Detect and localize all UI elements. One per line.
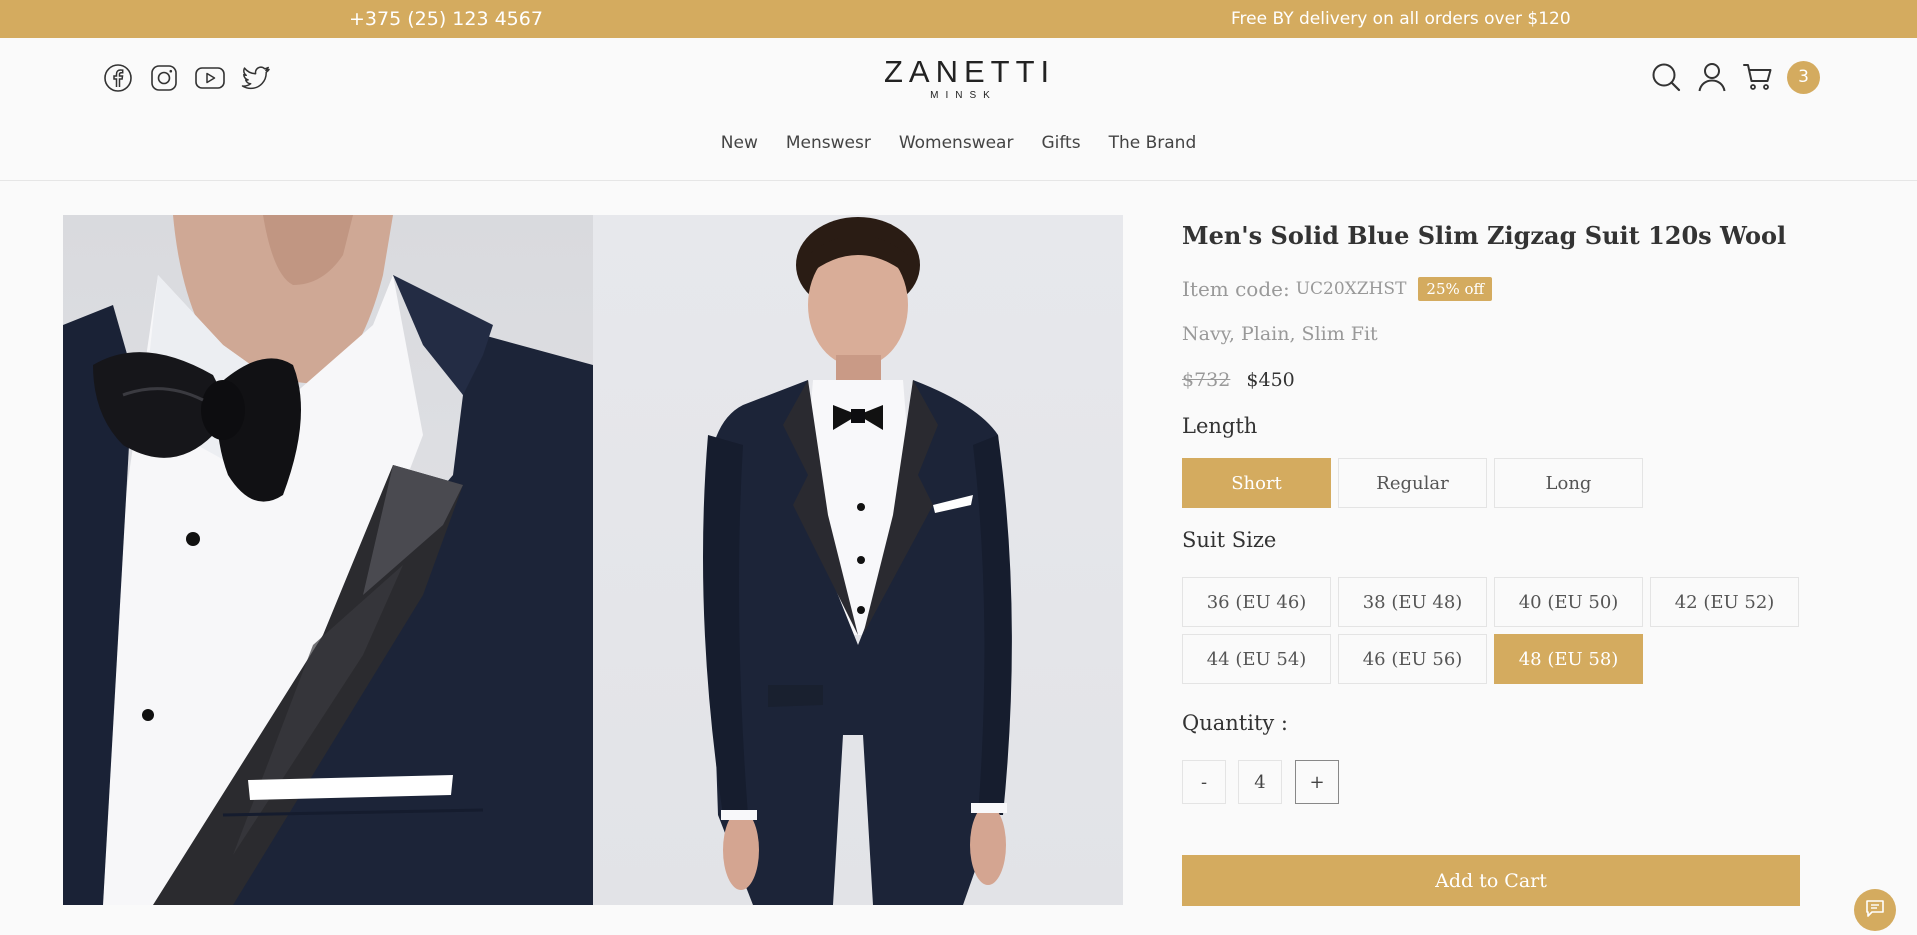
search-icon[interactable]: [1649, 60, 1683, 94]
price-new: $450: [1246, 369, 1295, 391]
main-nav: New Menswesr Womenswear Gifts The Brand: [0, 133, 1917, 153]
nav-item-womenswear[interactable]: Womenswear: [899, 133, 1014, 153]
quantity-label: Quantity :: [1182, 711, 1288, 735]
add-to-cart-button[interactable]: Add to Cart: [1182, 855, 1800, 906]
size-option-46[interactable]: 46 (EU 56): [1338, 634, 1487, 684]
price-old: $732: [1182, 369, 1231, 391]
logo-brand: ZANETTI: [884, 54, 1056, 89]
suit-size-label: Suit Size: [1182, 528, 1277, 552]
youtube-icon[interactable]: [194, 62, 226, 94]
nav-item-new[interactable]: New: [721, 133, 758, 153]
instagram-icon[interactable]: [148, 62, 180, 94]
length-option-short[interactable]: Short: [1182, 458, 1331, 508]
size-option-42[interactable]: 42 (EU 52): [1650, 577, 1799, 627]
item-code-label: Item code:: [1182, 277, 1290, 301]
size-option-40[interactable]: 40 (EU 50): [1494, 577, 1643, 627]
size-option-48[interactable]: 48 (EU 58): [1494, 634, 1643, 684]
product-photo-full[interactable]: [593, 215, 1123, 905]
product-attributes: Navy, Plain, Slim Fit: [1182, 323, 1378, 345]
delivery-promo: Free BY delivery on all orders over $120: [1231, 9, 1571, 29]
length-option-long[interactable]: Long: [1494, 458, 1643, 508]
chat-button[interactable]: [1854, 889, 1896, 931]
nav-item-gifts[interactable]: Gifts: [1041, 133, 1080, 153]
length-option-regular[interactable]: Regular: [1338, 458, 1487, 508]
top-bar: +375 (25) 123 4567 Free BY delivery on a…: [0, 0, 1917, 38]
nav-item-menswear[interactable]: Menswesr: [786, 133, 871, 153]
chat-icon: [1864, 897, 1886, 923]
nav-item-the-brand[interactable]: The Brand: [1109, 133, 1197, 153]
twitter-icon[interactable]: [240, 62, 272, 94]
phone-number[interactable]: +375 (25) 123 4567: [349, 8, 543, 30]
site-header: ZANETTI MINSK 3 New Menswesr Womenswear …: [0, 38, 1917, 181]
product-title: Men's Solid Blue Slim Zigzag Suit 120s W…: [1182, 221, 1787, 250]
header-tools: 3: [1649, 60, 1820, 94]
site-logo[interactable]: ZANETTI MINSK: [884, 54, 1056, 102]
size-option-44[interactable]: 44 (EU 54): [1182, 634, 1331, 684]
cart-count-badge[interactable]: 3: [1787, 60, 1820, 94]
size-option-38[interactable]: 38 (EU 48): [1338, 577, 1487, 627]
quantity-increase-button[interactable]: +: [1295, 760, 1339, 804]
product-gallery: [63, 215, 1124, 905]
price: $732 $450: [1182, 369, 1295, 391]
product-photo-closeup[interactable]: [63, 215, 593, 905]
account-icon[interactable]: [1695, 60, 1729, 94]
item-code-value: UC20XZHST: [1295, 279, 1407, 299]
social-links: [102, 62, 272, 94]
discount-badge: 25% off: [1418, 277, 1493, 301]
quantity-decrease-button[interactable]: -: [1182, 760, 1226, 804]
facebook-icon[interactable]: [102, 62, 134, 94]
size-option-36[interactable]: 36 (EU 46): [1182, 577, 1331, 627]
quantity-input[interactable]: 4: [1238, 760, 1282, 804]
length-label: Length: [1182, 414, 1258, 438]
logo-city: MINSK: [930, 90, 997, 101]
cart-icon[interactable]: [1741, 60, 1775, 94]
item-code: Item code: UC20XZHST 25% off: [1182, 277, 1493, 301]
